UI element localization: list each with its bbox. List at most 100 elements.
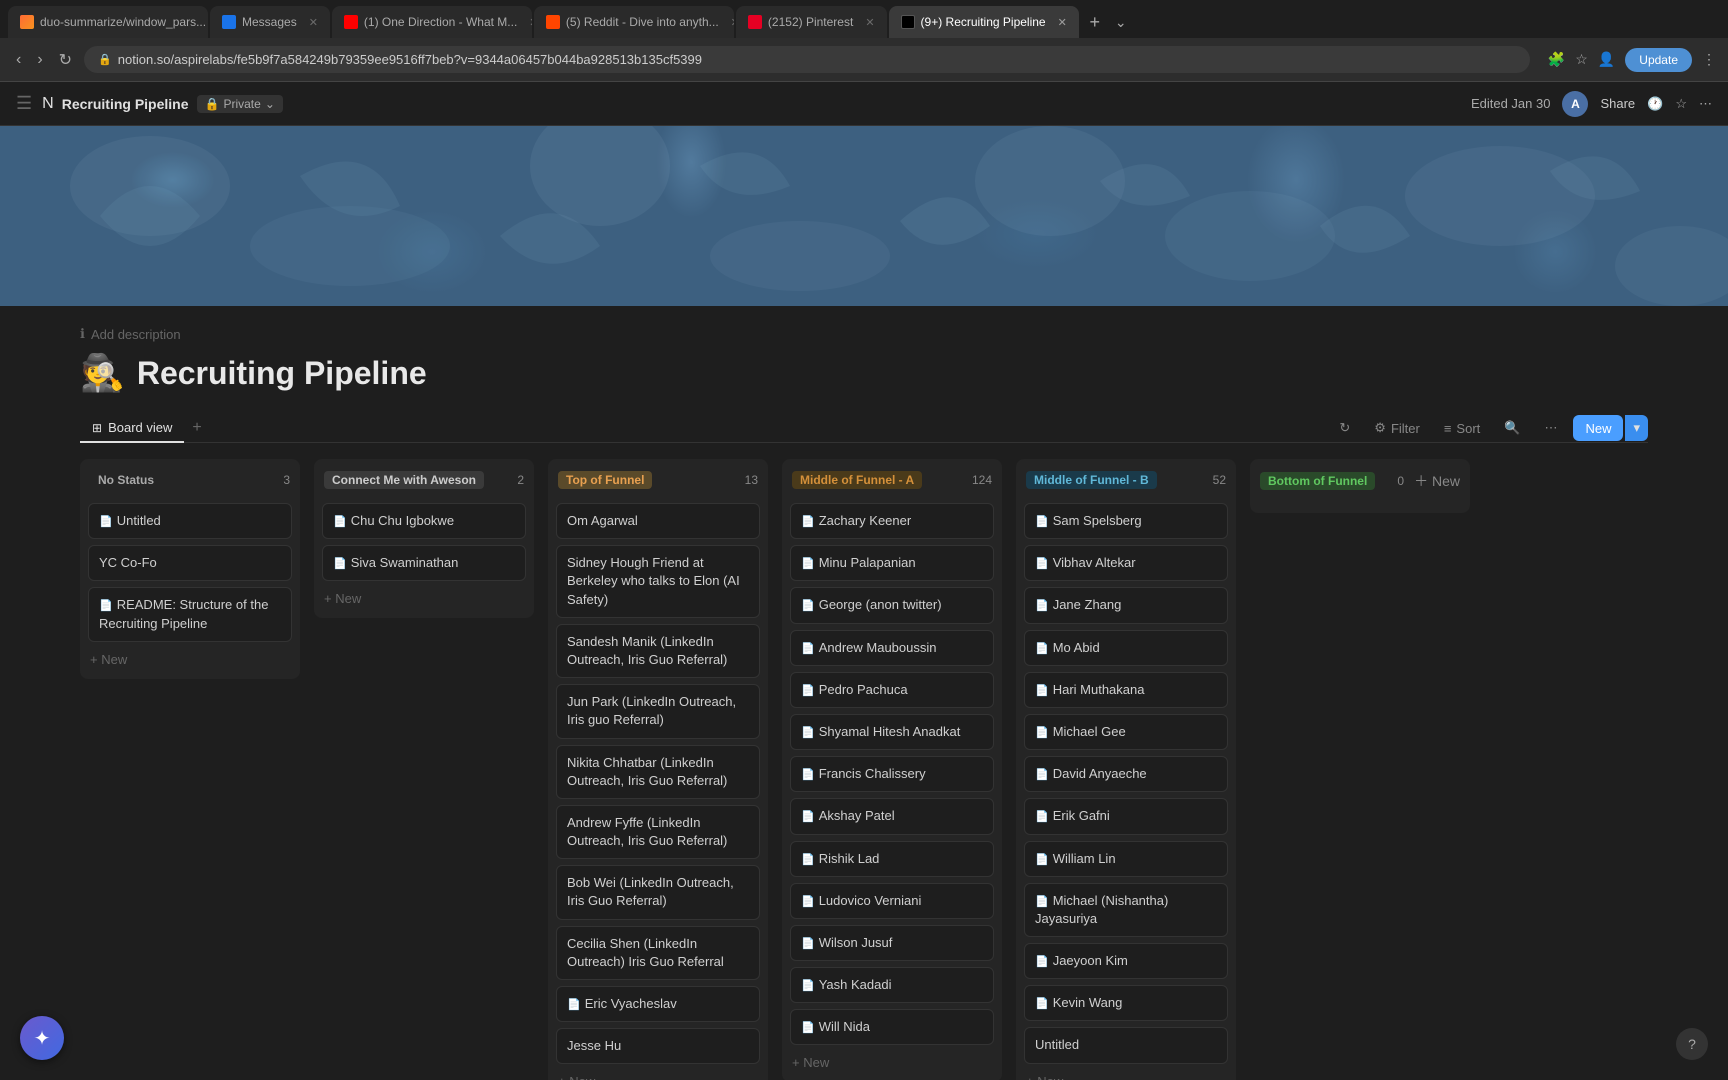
url-bar[interactable]: 🔒 notion.so/aspirelabs/fe5b9f7a584249b79… xyxy=(84,46,1530,73)
card-mid-a-0[interactable]: 📄Zachary Keener xyxy=(790,503,994,539)
update-button[interactable]: Update xyxy=(1625,48,1692,72)
card-mid-a-9[interactable]: 📄Ludovico Verniani xyxy=(790,883,994,919)
tab-label-yt: (1) One Direction - What M... xyxy=(364,15,517,29)
tab-close-msgs[interactable]: ✕ xyxy=(303,16,318,29)
card-mid-b-12[interactable]: Untitled xyxy=(1024,1027,1228,1063)
card-top-2[interactable]: Sandesh Manik (LinkedIn Outreach, Iris G… xyxy=(556,624,760,678)
card-no-status-1[interactable]: YC Co-Fo xyxy=(88,545,292,581)
new-button-group: New ▾ xyxy=(1573,415,1648,441)
share-button[interactable]: Share xyxy=(1600,96,1635,111)
col-label-top: Top of Funnel xyxy=(558,471,652,489)
add-new-top[interactable]: + New xyxy=(556,1070,760,1080)
card-mid-b-4[interactable]: 📄Hari Muthakana xyxy=(1024,672,1228,708)
card-mid-b-3[interactable]: 📄Mo Abid xyxy=(1024,630,1228,666)
tab-notion[interactable]: (9+) Recruiting Pipeline ✕ xyxy=(889,6,1079,38)
reload-button[interactable]: ↻ xyxy=(55,46,76,74)
card-mid-b-1[interactable]: 📄Vibhav Altekar xyxy=(1024,545,1228,581)
url-text[interactable]: notion.so/aspirelabs/fe5b9f7a584249b7935… xyxy=(118,52,702,67)
add-new-mid-b[interactable]: + New xyxy=(1024,1070,1228,1080)
card-connect-0[interactable]: 📄Chu Chu Igbokwe xyxy=(322,503,526,539)
profile-icon[interactable]: 👤 xyxy=(1598,51,1615,68)
filter-button[interactable]: ⚙ Filter xyxy=(1366,416,1428,440)
card-mid-b-7[interactable]: 📄Erik Gafni xyxy=(1024,798,1228,834)
card-mid-a-1[interactable]: 📄Minu Palapanian xyxy=(790,545,994,581)
add-new-mid-a[interactable]: + New xyxy=(790,1051,994,1074)
card-mid-b-6[interactable]: 📄David Anyaeche xyxy=(1024,756,1228,792)
card-mid-a-3[interactable]: 📄Andrew Mauboussin xyxy=(790,630,994,666)
board-view-tab[interactable]: ⊞ Board view xyxy=(80,414,184,443)
card-top-4[interactable]: Nikita Chhatbar (LinkedIn Outreach, Iris… xyxy=(556,745,760,799)
more-icon[interactable]: ⋯ xyxy=(1699,96,1712,112)
new-button[interactable]: New xyxy=(1573,415,1623,441)
card-top-9[interactable]: Jesse Hu xyxy=(556,1028,760,1064)
forward-button[interactable]: › xyxy=(33,47,46,73)
help-button[interactable]: ? xyxy=(1676,1028,1708,1060)
extensions-icon[interactable]: 🧩 xyxy=(1548,51,1565,68)
column-connect: Connect Me with Aweson2📄Chu Chu Igbokwe📄… xyxy=(314,459,534,618)
card-mid-a-2[interactable]: 📄George (anon twitter) xyxy=(790,587,994,623)
tab-close-notion[interactable]: ✕ xyxy=(1052,16,1067,29)
card-text-mid-b-7: Erik Gafni xyxy=(1053,808,1110,823)
add-view-button[interactable]: + xyxy=(184,415,209,441)
card-top-1[interactable]: Sidney Hough Friend at Berkeley who talk… xyxy=(556,545,760,618)
search-button[interactable]: 🔍 xyxy=(1496,416,1528,440)
card-mid-a-4[interactable]: 📄Pedro Pachuca xyxy=(790,672,994,708)
card-mid-b-2[interactable]: 📄Jane Zhang xyxy=(1024,587,1228,623)
tab-duo[interactable]: duo-summarize/window_pars... ✕ xyxy=(8,6,208,38)
card-no-status-0[interactable]: 📄Untitled xyxy=(88,503,292,539)
sort-button[interactable]: ≡ Sort xyxy=(1436,417,1488,440)
card-top-8[interactable]: 📄Eric Vyacheslav xyxy=(556,986,760,1022)
card-mid-a-6[interactable]: 📄Francis Chalissery xyxy=(790,756,994,792)
card-mid-a-8[interactable]: 📄Rishik Lad xyxy=(790,841,994,877)
card-mid-b-9[interactable]: 📄Michael (Nishantha) Jayasuriya xyxy=(1024,883,1228,937)
card-top-3[interactable]: Jun Park (LinkedIn Outreach, Iris guo Re… xyxy=(556,684,760,738)
card-doc-icon-mid-b-6: 📄 xyxy=(1035,768,1049,781)
card-mid-a-7[interactable]: 📄Akshay Patel xyxy=(790,798,994,834)
ellipsis-button[interactable]: ⋯ xyxy=(1536,416,1565,440)
star-icon[interactable]: ☆ xyxy=(1675,96,1687,112)
card-connect-1[interactable]: 📄Siva Swaminathan xyxy=(322,545,526,581)
add-new-connect[interactable]: + New xyxy=(322,587,526,610)
card-mid-b-5[interactable]: 📄Michael Gee xyxy=(1024,714,1228,750)
card-text-mid-a-12: Will Nida xyxy=(819,1019,870,1034)
new-button-caret[interactable]: ▾ xyxy=(1625,415,1648,441)
card-text-mid-a-6: Francis Chalissery xyxy=(819,766,926,781)
col-add-new-bottom[interactable]: ＋ New xyxy=(1414,471,1460,491)
add-description-button[interactable]: ℹ Add description xyxy=(80,326,1648,342)
col-header-mid-b: Middle of Funnel - B52 xyxy=(1024,467,1228,493)
ai-assistant-button[interactable]: ✦ xyxy=(20,1016,64,1060)
card-mid-a-5[interactable]: 📄Shyamal Hitesh Anadkat xyxy=(790,714,994,750)
card-mid-b-11[interactable]: 📄Kevin Wang xyxy=(1024,985,1228,1021)
menu-icon[interactable]: ⋮ xyxy=(1702,51,1716,68)
refresh-icon[interactable]: ↻ xyxy=(1331,416,1358,440)
card-top-6[interactable]: Bob Wei (LinkedIn Outreach, Iris Guo Ref… xyxy=(556,865,760,919)
tab-msgs[interactable]: Messages ✕ xyxy=(210,6,330,38)
tab-reddit[interactable]: (5) Reddit - Dive into anyth... ✕ xyxy=(534,6,734,38)
back-button[interactable]: ‹ xyxy=(12,47,25,73)
card-top-7[interactable]: Cecilia Shen (LinkedIn Outreach) Iris Gu… xyxy=(556,926,760,980)
tab-overflow-button[interactable]: ⌄ xyxy=(1111,10,1131,35)
card-mid-b-0[interactable]: 📄Sam Spelsberg xyxy=(1024,503,1228,539)
tab-yt[interactable]: (1) One Direction - What M... ✕ xyxy=(332,6,532,38)
bookmark-icon[interactable]: ☆ xyxy=(1575,51,1588,68)
card-mid-a-11[interactable]: 📄Yash Kadadi xyxy=(790,967,994,1003)
card-top-0[interactable]: Om Agarwal xyxy=(556,503,760,539)
col-count-bottom: 0 xyxy=(1397,474,1404,488)
card-mid-b-8[interactable]: 📄William Lin xyxy=(1024,841,1228,877)
history-icon[interactable]: 🕐 xyxy=(1647,96,1663,112)
tab-close-reddit[interactable]: ✕ xyxy=(725,16,734,29)
card-mid-a-12[interactable]: 📄Will Nida xyxy=(790,1009,994,1045)
card-doc-icon-mid-b-2: 📄 xyxy=(1035,599,1049,612)
card-top-5[interactable]: Andrew Fyffe (LinkedIn Outreach, Iris Gu… xyxy=(556,805,760,859)
tab-close-yt[interactable]: ✕ xyxy=(523,16,532,29)
add-new-no-status[interactable]: + New xyxy=(88,648,292,671)
sidebar-toggle-icon[interactable]: ☰ xyxy=(16,93,32,114)
tab-pinterest[interactable]: (2152) Pinterest ✕ xyxy=(736,6,887,38)
card-mid-a-10[interactable]: 📄Wilson Jusuf xyxy=(790,925,994,961)
col-header-bottom: Bottom of Funnel0＋ New xyxy=(1258,467,1462,495)
tab-close-pinterest[interactable]: ✕ xyxy=(859,16,874,29)
card-no-status-2[interactable]: 📄README: Structure of the Recruiting Pip… xyxy=(88,587,292,641)
private-badge[interactable]: 🔒 Private ⌄ xyxy=(197,95,283,113)
card-mid-b-10[interactable]: 📄Jaeyoon Kim xyxy=(1024,943,1228,979)
new-tab-button[interactable]: + xyxy=(1081,8,1109,36)
